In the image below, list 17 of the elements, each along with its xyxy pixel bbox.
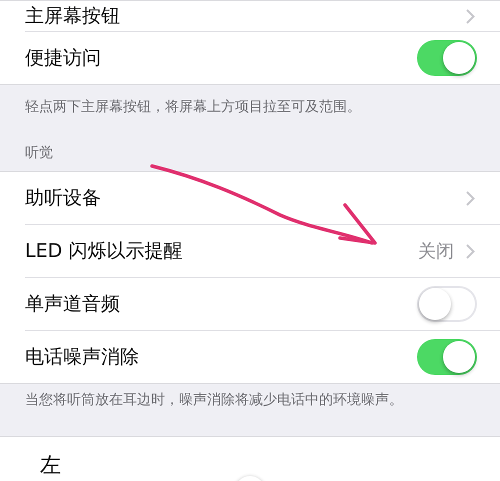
section-footer: 当您将听筒放在耳边时，噪声消除将减少电话中的环境噪声。 (0, 384, 500, 436)
row-label: LED 闪烁以示提醒 (25, 239, 184, 264)
chevron-icon[interactable] (466, 190, 475, 206)
section-footer: 轻点两下主屏幕按钮，将屏幕上方项目拉至可及范围。 (0, 85, 500, 117)
toggle-switch[interactable] (417, 286, 477, 322)
balance-label: 左 (40, 452, 61, 479)
row-label: 助听设备 (25, 186, 102, 211)
section-header: 听觉 (24, 144, 54, 163)
row-value: 关闭 (418, 240, 454, 263)
row-label: 主屏幕按钮 (25, 4, 121, 29)
toggle-switch[interactable] (417, 40, 477, 76)
chevron-icon[interactable] (466, 244, 475, 258)
row-label: 便捷访问 (25, 46, 102, 71)
row-label: 电话噪声消除 (25, 345, 140, 370)
row-label: 单声道音频 (25, 292, 121, 317)
toggle-switch[interactable] (417, 339, 477, 375)
chevron-icon[interactable] (466, 8, 475, 24)
